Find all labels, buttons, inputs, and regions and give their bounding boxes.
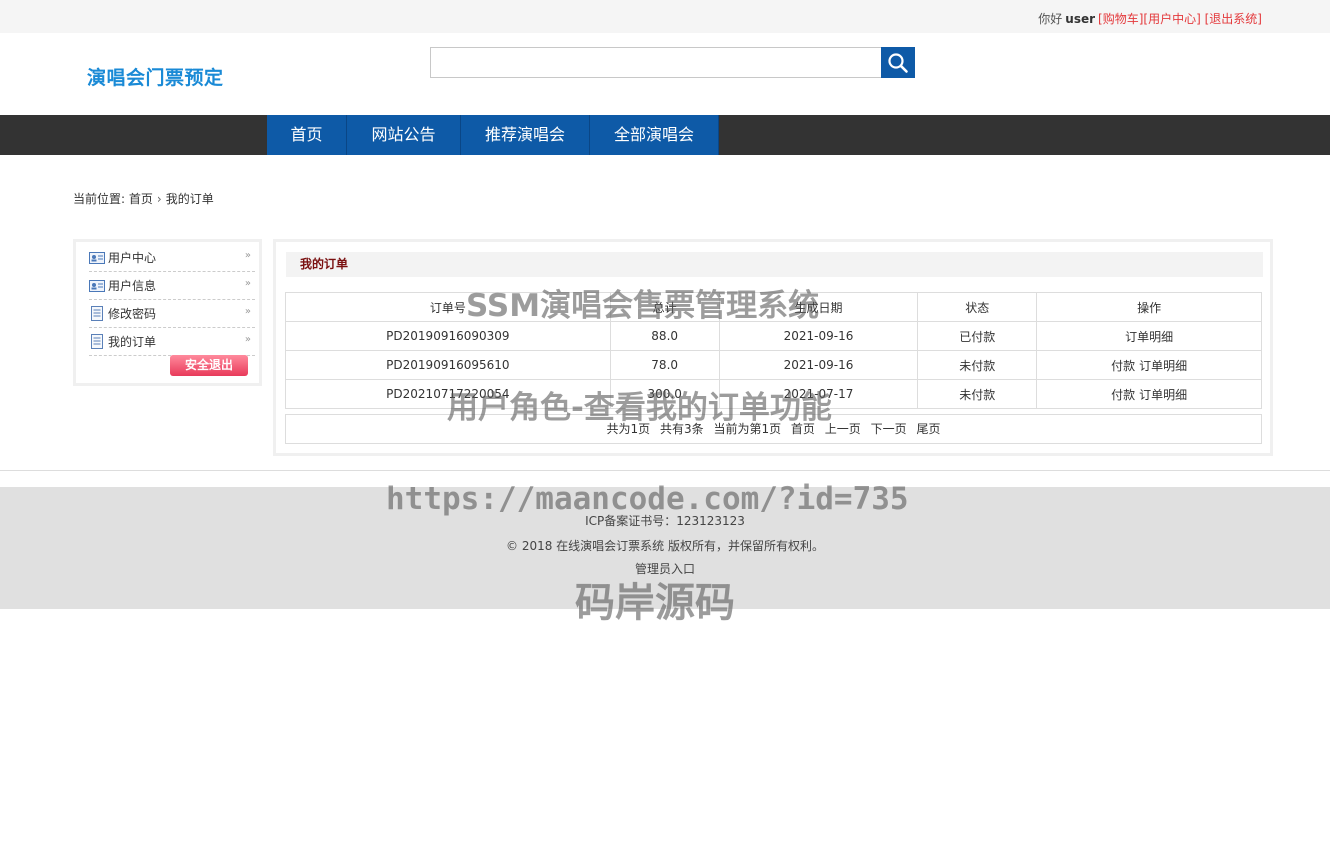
sidebar-item-label: 用户中心 <box>108 251 157 265</box>
sidebar-item-my-orders[interactable]: 我的订单 » <box>89 328 255 356</box>
footer-divider <box>0 470 1330 471</box>
nav-all-concerts[interactable]: 全部演唱会 <box>590 115 719 155</box>
user-center-link[interactable]: [用户中心] <box>1143 12 1200 26</box>
safe-logout-button[interactable]: 安全退出 <box>170 355 248 376</box>
order-total: 88.0 <box>609 321 720 351</box>
sidebar-item-change-password[interactable]: 修改密码 » <box>89 300 255 328</box>
order-total: 300.0 <box>609 379 720 409</box>
sidebar-item-label: 用户信息 <box>108 279 157 293</box>
breadcrumb-current: 我的订单 <box>165 192 214 206</box>
panel-title: 我的订单 <box>286 252 1263 277</box>
nav-home[interactable]: 首页 <box>267 115 347 155</box>
breadcrumb: 当前位置: 首页 › 我的订单 <box>73 190 214 207</box>
order-actions: 付款 订单明细 <box>1036 379 1262 409</box>
main-nav: 首页 网站公告 推荐演唱会 全部演唱会 <box>0 115 1330 155</box>
orders-table: 订单号 总计 生成日期 状态 操作 PD20190916090309 88.0 … <box>285 292 1262 409</box>
id-card-icon <box>89 279 105 293</box>
table-row: PD20190916095610 78.0 2021-09-16 未付款 付款订… <box>285 350 1262 380</box>
pagination: 共为1页 共有3条 当前为第1页 首页 上一页 下一页 尾页 <box>285 414 1262 444</box>
pager-total-records: 共有3条 <box>659 422 704 436</box>
chevron-right-icon: » <box>244 306 251 317</box>
document-icon <box>89 334 105 349</box>
order-date: 2021-07-17 <box>718 379 919 409</box>
chevron-right-icon: » <box>244 250 251 261</box>
order-date: 2021-09-16 <box>718 321 919 351</box>
table-row: PD20190916090309 88.0 2021-09-16 已付款 订单明… <box>285 321 1262 351</box>
pager-current-page: 当前为第1页 <box>713 422 782 436</box>
pay-link[interactable]: 付款 <box>1111 359 1135 373</box>
site-footer: ICP备案证书号：123123123 © 2018 在线演唱会订票系统 版权所有… <box>0 487 1330 609</box>
pager-first[interactable]: 首页 <box>791 422 815 436</box>
cart-link[interactable]: [购物车] <box>1098 12 1143 26</box>
logout-link[interactable]: [退出系统] <box>1205 12 1262 26</box>
order-status: 未付款 <box>917 350 1038 380</box>
chevron-right-icon: » <box>244 278 251 289</box>
pager-next[interactable]: 下一页 <box>871 422 907 436</box>
order-status: 未付款 <box>917 379 1038 409</box>
sidebar-item-user-info[interactable]: 用户信息 » <box>89 272 255 300</box>
order-actions: 付款 订单明细 <box>1036 350 1262 380</box>
pay-link[interactable]: 付款 <box>1111 388 1135 402</box>
id-card-icon <box>89 251 105 265</box>
column-header: 操作 <box>1036 292 1262 322</box>
breadcrumb-separator: › <box>156 192 162 206</box>
order-detail-link[interactable]: 订单明细 <box>1139 388 1187 402</box>
document-icon <box>89 306 105 321</box>
top-bar-links: 你好 user [购物车][用户中心] [退出系统] <box>1038 10 1262 27</box>
pager-total-pages: 共为1页 <box>606 422 651 436</box>
username: user <box>1065 12 1096 26</box>
table-row: PD20210717220054 300.0 2021-07-17 未付款 付款… <box>285 379 1262 409</box>
breadcrumb-prefix: 当前位置: <box>73 192 126 206</box>
orders-panel: 我的订单 订单号 总计 生成日期 状态 操作 PD20190916090309 … <box>273 239 1273 456</box>
user-sidebar: 用户中心 » 用户信息 » 修改密码 » 我的订单 » 安全退出 <box>73 239 262 386</box>
sidebar-item-label: 修改密码 <box>108 307 157 321</box>
column-header: 总计 <box>609 292 720 322</box>
order-detail-link[interactable]: 订单明细 <box>1125 330 1173 344</box>
search-input[interactable] <box>430 47 882 78</box>
top-bar: 你好 user [购物车][用户中心] [退出系统] <box>0 0 1330 33</box>
pager-prev[interactable]: 上一页 <box>825 422 861 436</box>
order-date: 2021-09-16 <box>718 350 919 380</box>
chevron-right-icon: » <box>244 334 251 345</box>
column-header: 订单号 <box>285 292 611 322</box>
greeting-text: 你好 <box>1038 12 1063 26</box>
search-icon <box>888 52 908 73</box>
icp-number: ICP备案证书号：123123123 <box>585 514 745 528</box>
column-header: 生成日期 <box>718 292 919 322</box>
nav-announcements[interactable]: 网站公告 <box>347 115 461 155</box>
nav-recommended-concerts[interactable]: 推荐演唱会 <box>461 115 590 155</box>
order-total: 78.0 <box>609 350 720 380</box>
sidebar-item-label: 我的订单 <box>108 335 157 349</box>
table-header-row: 订单号 总计 生成日期 状态 操作 <box>285 292 1262 322</box>
order-detail-link[interactable]: 订单明细 <box>1139 359 1187 373</box>
pager-last[interactable]: 尾页 <box>916 422 940 436</box>
site-logo[interactable]: 演唱会门票预定 <box>87 63 224 90</box>
order-number: PD20210717220054 <box>285 379 611 409</box>
breadcrumb-home[interactable]: 首页 <box>129 192 153 206</box>
order-status: 已付款 <box>917 321 1038 351</box>
order-number: PD20190916090309 <box>285 321 611 351</box>
copyright: © 2018 在线演唱会订票系统 版权所有，并保留所有权利。 <box>506 539 824 553</box>
column-header: 状态 <box>917 292 1038 322</box>
search-button[interactable] <box>881 47 915 78</box>
sidebar-item-user-center[interactable]: 用户中心 » <box>89 244 255 272</box>
admin-entry-link[interactable]: 管理员入口 <box>0 560 1330 577</box>
order-actions: 订单明细 <box>1036 321 1262 351</box>
order-number: PD20190916095610 <box>285 350 611 380</box>
